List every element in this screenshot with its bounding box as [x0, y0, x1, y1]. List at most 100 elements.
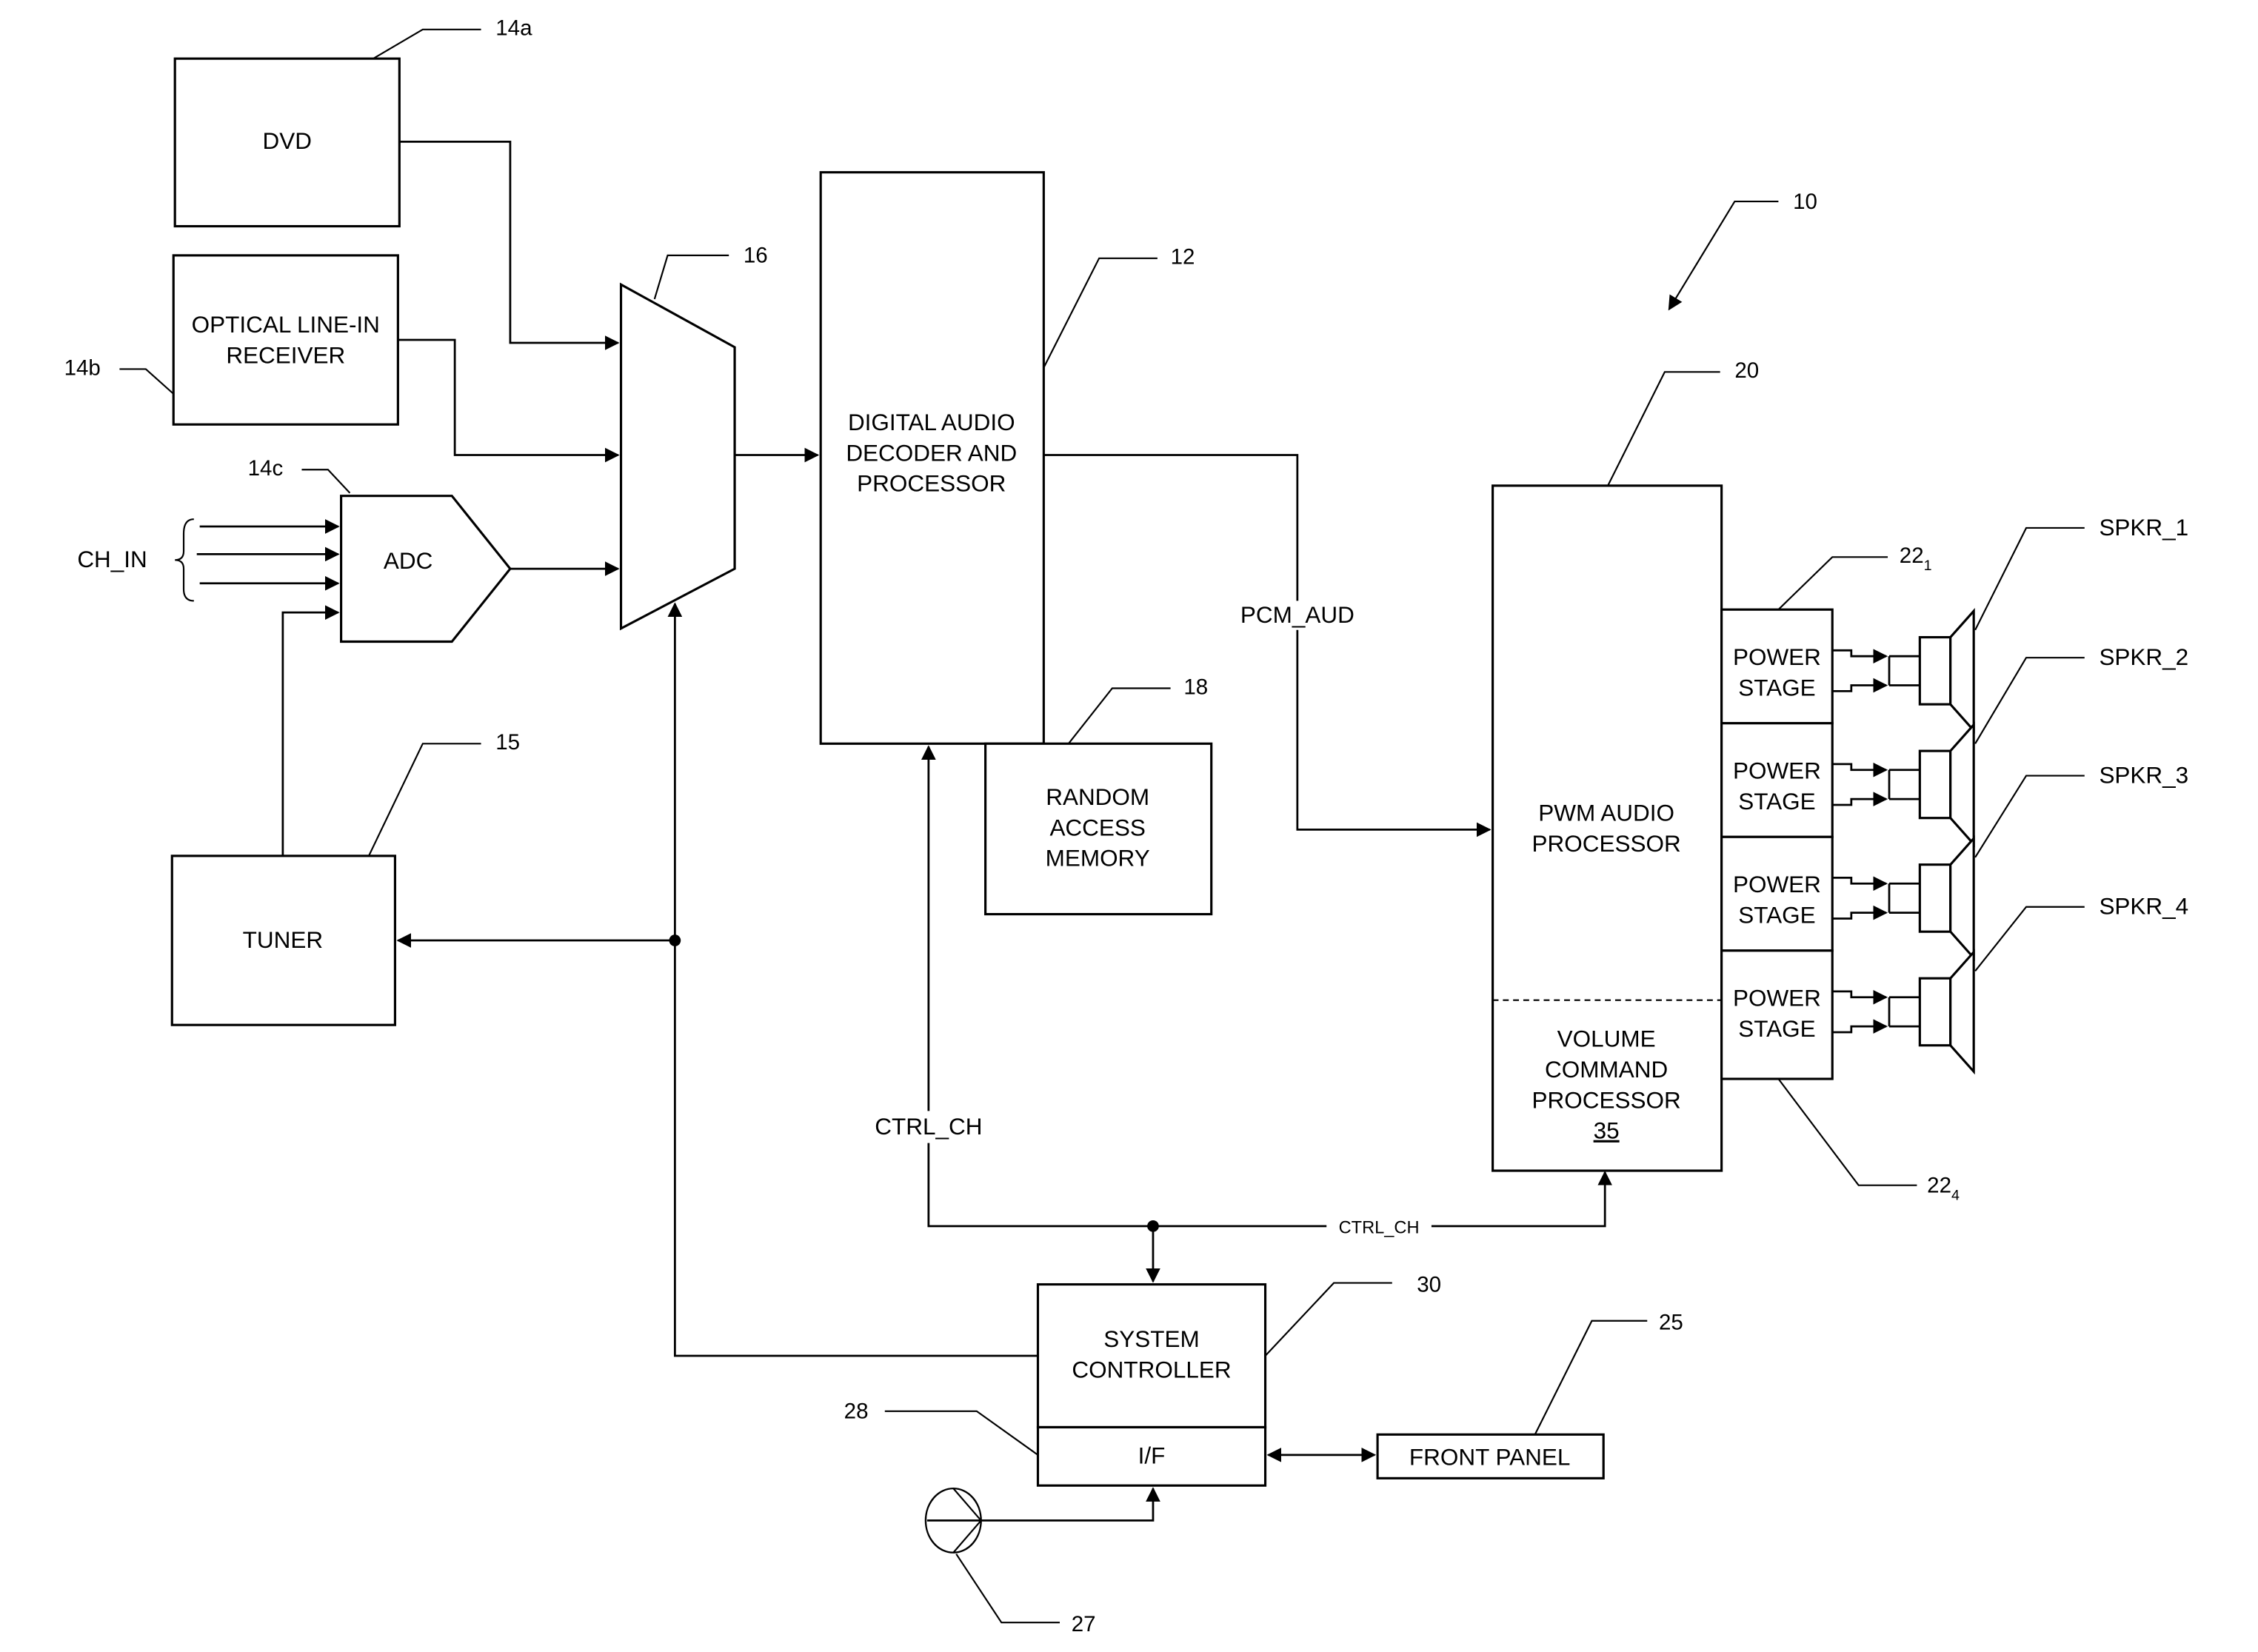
power-stage-label: STAGE	[1738, 901, 1815, 928]
ref-16: 16	[744, 244, 768, 268]
ref-18: 18	[1183, 675, 1208, 699]
pcm-aud-label: PCM_AUD	[1240, 601, 1355, 628]
ref-12: 12	[1171, 245, 1195, 270]
power-stage: POWER STAGE	[1720, 949, 1834, 1080]
pwm-processor-block: PWM AUDIO PROCESSOR 20 VOLUME COMMAND PR…	[1492, 358, 1759, 1172]
interface-label: I/F	[1138, 1442, 1166, 1469]
knob-encoder: 27	[924, 1487, 1160, 1636]
ref-15: 15	[495, 730, 520, 755]
speaker-leader	[1974, 657, 2085, 744]
ref-22-1-sub: 1	[1924, 558, 1932, 574]
power-stage-label: POWER	[1733, 758, 1821, 784]
ctrl-ch-bus-label: CTRL_CH	[1339, 1219, 1420, 1238]
decoder-label-line3: PROCESSOR	[857, 470, 1006, 497]
optical-label-line2: RECEIVER	[226, 342, 345, 369]
front-panel-block: FRONT PANEL 25	[1376, 1311, 1683, 1479]
ch-in-label: CH_IN	[77, 546, 147, 572]
speaker-wire-neg	[1832, 1019, 1888, 1034]
speaker-leader	[1974, 906, 2085, 972]
power-stage: POWER STAGE	[1720, 835, 1834, 952]
speaker: SPKR_3	[1832, 761, 2188, 961]
pwm-label-line1: PWM AUDIO	[1538, 800, 1674, 826]
adc-block: ADC 14c CH_IN	[77, 456, 512, 643]
optical-receiver-block: OPTICAL LINE-IN RECEIVER 14b	[64, 254, 399, 426]
speaker-cone-icon	[1949, 608, 1975, 734]
speaker-cone-icon	[1949, 721, 1975, 848]
decoder-label-line1: DIGITAL AUDIO	[848, 409, 1015, 435]
speaker-magnet	[1918, 863, 1952, 933]
ref-35: 35	[1594, 1117, 1620, 1144]
ref-27: 27	[1072, 1612, 1096, 1636]
tuner-label: TUNER	[243, 926, 323, 953]
junction-dot	[669, 934, 681, 946]
system-controller-block: SYSTEM CONTROLLER 30	[1036, 1272, 1441, 1429]
pcm-aud-wire-top	[1043, 454, 1299, 601]
volume-label-line2: COMMAND	[1545, 1056, 1668, 1083]
speaker-cone-icon	[1949, 835, 1975, 961]
speaker: SPKR_1	[1832, 514, 2188, 734]
ref-28: 28	[844, 1399, 869, 1424]
controller-label-line1: SYSTEM	[1103, 1325, 1199, 1352]
ctrl-ch-bus-left	[927, 1143, 1327, 1228]
dvd-block: DVD 14a	[173, 16, 532, 228]
system-reference: 10	[1668, 190, 1817, 311]
speaker-wire-pos	[1832, 762, 1888, 777]
volume-label-line1: VOLUME	[1557, 1026, 1656, 1052]
speaker-label: SPKR_2	[2099, 643, 2188, 670]
speaker-wire-neg	[1832, 905, 1888, 920]
speakers: SPKR_1 SPKR_2 SPKR_3 SPKR_4	[1832, 514, 2188, 1075]
ref-30: 30	[1417, 1272, 1441, 1297]
speaker-magnet	[1918, 749, 1952, 820]
audio-system-block-diagram: 10 DVD 14a OPTICAL LINE-IN RECEIVER 14b …	[64, 16, 2189, 1636]
decoder-block: DIGITAL AUDIO DECODER AND PROCESSOR 12	[819, 171, 1195, 745]
ref-22-4-sub: 4	[1951, 1187, 1960, 1203]
speaker-cone-icon	[1949, 949, 1975, 1075]
speaker-wire-neg	[1832, 678, 1888, 693]
ref-22-1: 221	[1900, 544, 1932, 574]
power-stage-label: STAGE	[1738, 1015, 1815, 1042]
controller-label-line2: CONTROLLER	[1072, 1357, 1231, 1383]
speaker-label: SPKR_4	[2099, 893, 2188, 920]
speaker: SPKR_4	[1832, 893, 2188, 1075]
pwm-label-line2: PROCESSOR	[1532, 830, 1681, 857]
ref-22-4-base: 22	[1927, 1174, 1951, 1198]
ram-label-line1: RANDOM	[1046, 783, 1149, 810]
front-panel-label: FRONT PANEL	[1409, 1444, 1571, 1471]
speaker-magnet	[1918, 636, 1952, 706]
dvd-to-mux-wire	[399, 140, 620, 350]
tuner-to-adc-wire	[281, 605, 340, 856]
speaker-label: SPKR_3	[2099, 761, 2188, 788]
speaker-wire-pos	[1832, 989, 1888, 1005]
ref-10: 10	[1793, 190, 1817, 214]
ctrl-ch-bus-right	[1431, 1171, 1613, 1228]
adc-label: ADC	[384, 547, 432, 574]
ram-label-line3: MEMORY	[1046, 845, 1150, 872]
speaker: SPKR_2	[1832, 643, 2188, 848]
tuner-block: TUNER 15	[170, 730, 520, 1026]
speaker-leader	[1974, 775, 2085, 858]
ctrl-ch-vertical-label: CTRL_CH	[875, 1113, 982, 1140]
decoder-label-line2: DECODER AND	[846, 439, 1017, 466]
power-stage-label: POWER	[1733, 643, 1821, 670]
speaker-wire-neg	[1832, 792, 1888, 806]
ch-in-brace	[175, 518, 194, 602]
power-stage-label: STAGE	[1738, 674, 1815, 700]
optical-label-line1: OPTICAL LINE-IN	[192, 311, 380, 338]
power-stage: POWER STAGE	[1720, 722, 1834, 838]
optical-to-mux-wire	[398, 338, 620, 463]
power-stage-label: POWER	[1733, 871, 1821, 897]
volume-label-line3: PROCESSOR	[1532, 1086, 1681, 1113]
ram-label-line2: ACCESS	[1049, 814, 1145, 840]
ref-25: 25	[1659, 1311, 1683, 1335]
speaker-wire-pos	[1832, 876, 1888, 892]
ref-14b: 14b	[64, 355, 101, 380]
mux-block: 16	[619, 244, 768, 631]
speaker-label: SPKR_1	[2099, 514, 2188, 541]
ref-20: 20	[1734, 358, 1759, 383]
dvd-label: DVD	[263, 127, 312, 154]
ref-14a: 14a	[495, 16, 532, 41]
power-stage-label: POWER	[1733, 985, 1821, 1011]
speaker-magnet	[1918, 977, 1952, 1047]
ref-14c: 14c	[248, 456, 284, 481]
speaker-wire-pos	[1832, 649, 1888, 664]
